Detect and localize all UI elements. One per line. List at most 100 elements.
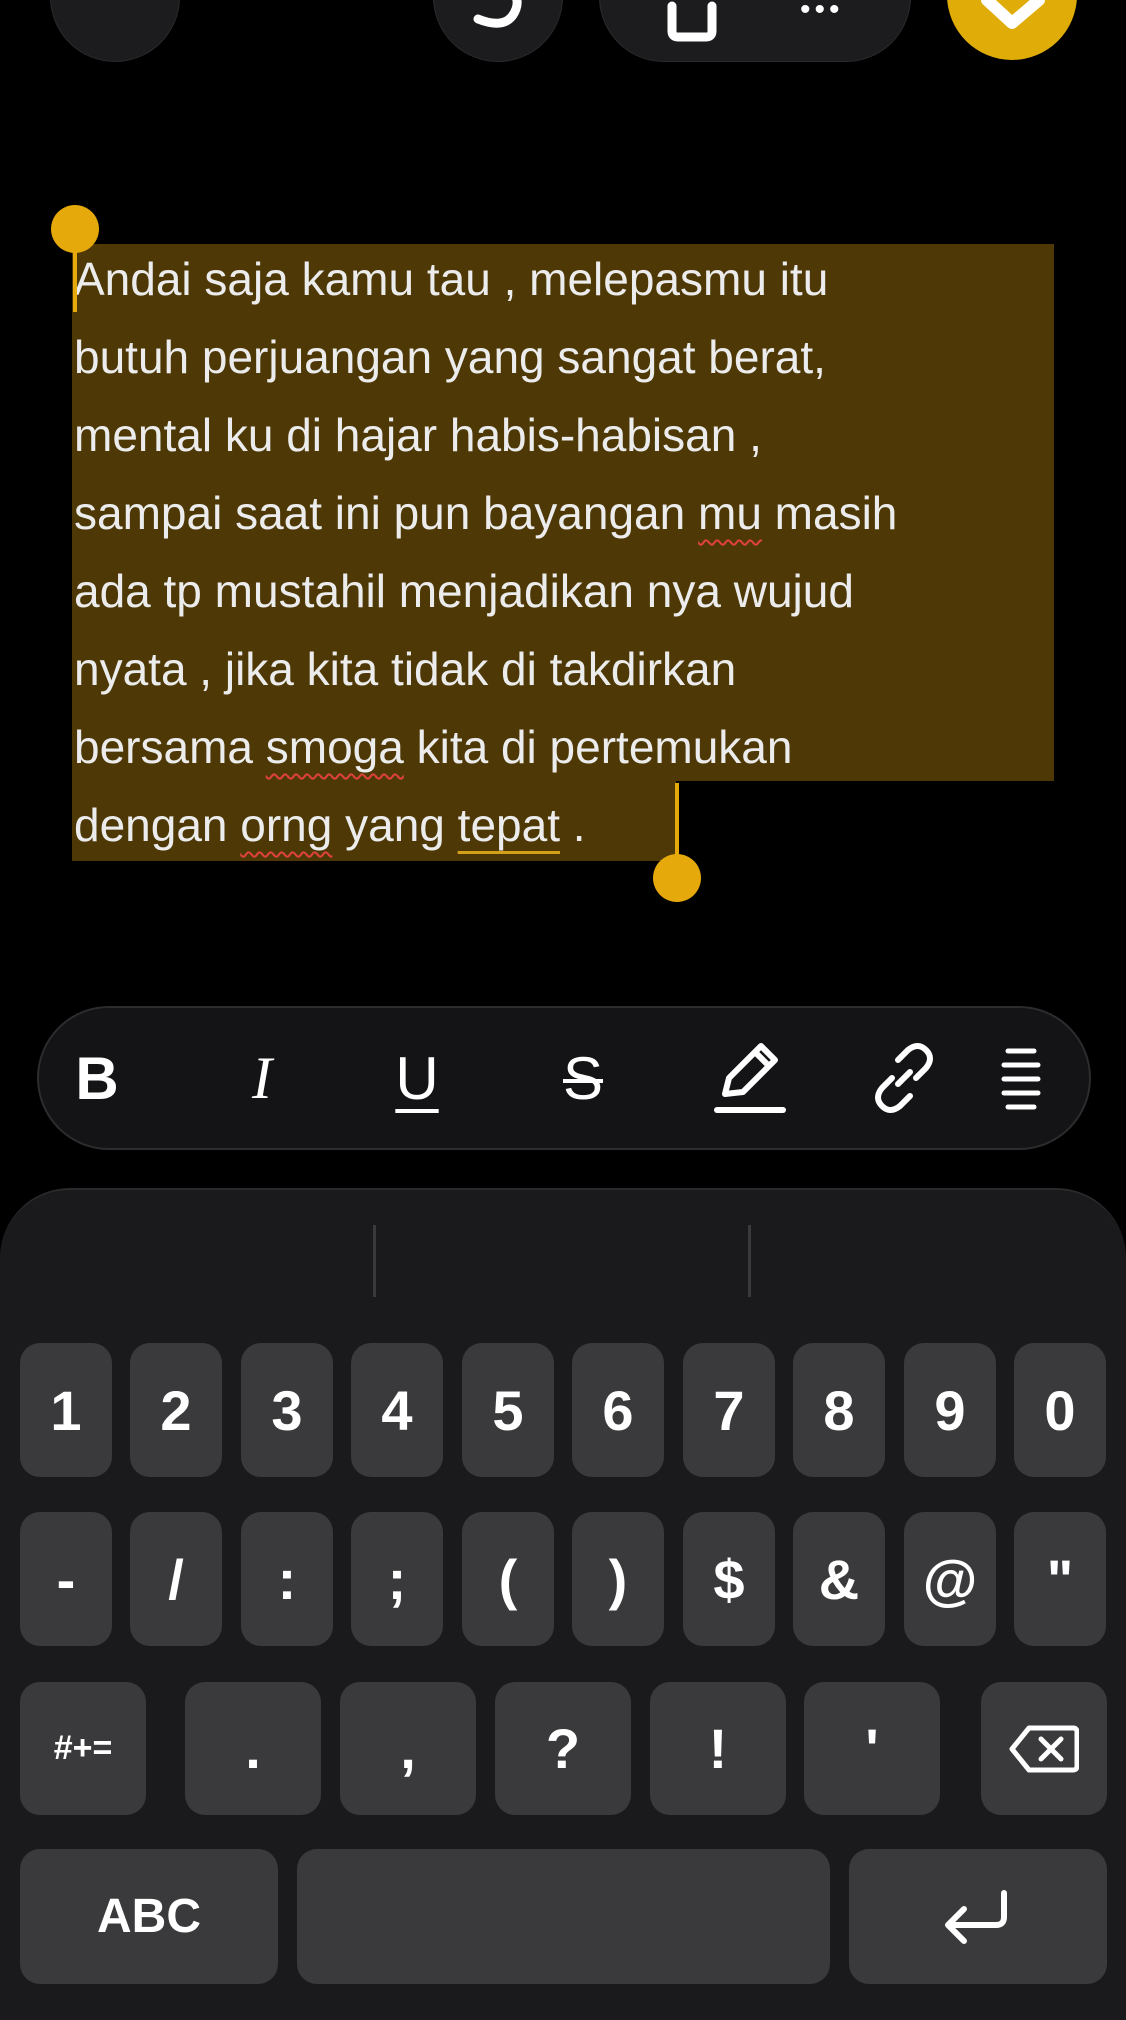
key-symbol[interactable]: : — [241, 1512, 333, 1646]
key-digit[interactable]: 9 — [904, 1343, 996, 1477]
key-punctuation[interactable]: , — [340, 1682, 476, 1815]
key-symbol[interactable]: - — [20, 1512, 112, 1646]
key-punctuation[interactable]: . — [185, 1682, 321, 1815]
key-digit[interactable]: 1 — [20, 1343, 112, 1477]
note-line: mental ku di hajar habis-habisan , — [74, 396, 1074, 474]
key-symbol-label: ; — [387, 1547, 407, 1611]
key-punctuation[interactable]: ' — [804, 1682, 940, 1815]
backspace-icon — [1009, 1725, 1079, 1772]
key-digit-label: 8 — [823, 1378, 855, 1442]
text-run: mental ku di hajar habis-habisan , — [74, 409, 762, 461]
text-run: Andai saja kamu tau , melepasmu itu — [74, 253, 829, 305]
italic-button[interactable]: I — [207, 1008, 317, 1148]
suggestion-divider — [373, 1225, 376, 1297]
key-digit-label: 3 — [271, 1378, 303, 1442]
key-symbol[interactable]: ( — [462, 1512, 554, 1646]
key-symbol[interactable]: ; — [351, 1512, 443, 1646]
bold-label: B — [75, 1044, 119, 1112]
key-punctuation-label: ! — [708, 1717, 728, 1780]
align-icon — [1001, 1048, 1041, 1110]
highlight-button[interactable] — [694, 1008, 804, 1148]
misspelled-word: smoga — [265, 721, 404, 773]
more-button[interactable]: ••• — [800, 0, 880, 33]
highlight-pen-icon — [714, 1043, 786, 1113]
key-punctuation-label: ' — [865, 1717, 879, 1780]
key-punctuation-label: ? — [545, 1717, 581, 1780]
selection-start-stem — [73, 246, 77, 312]
space-key[interactable] — [297, 1849, 830, 1984]
note-line: Andai saja kamu tau , melepasmu itu — [74, 240, 1074, 318]
key-symbol[interactable]: ) — [572, 1512, 664, 1646]
text-run: yang — [332, 799, 458, 851]
key-symbol[interactable]: & — [793, 1512, 885, 1646]
key-digit-label: 9 — [934, 1378, 966, 1442]
key-digit[interactable]: 0 — [1014, 1343, 1106, 1477]
abc-label: ABC — [97, 1890, 201, 1943]
backspace-key[interactable] — [981, 1682, 1107, 1815]
text-run: butuh perjuangan yang sangat berat, — [74, 331, 826, 383]
text-run: ada tp mustahil menjadikan nya wujud — [74, 565, 854, 617]
key-symbol[interactable]: $ — [683, 1512, 775, 1646]
undo-icon — [473, 0, 522, 28]
italic-label: I — [252, 1044, 272, 1111]
save-icon — [667, 1, 717, 42]
return-icon — [945, 1889, 1007, 1944]
link-button[interactable] — [849, 1008, 959, 1148]
align-button[interactable] — [981, 1008, 1061, 1148]
misspelled-word: orng — [240, 799, 333, 851]
more-symbols-key[interactable]: #+= — [20, 1682, 146, 1815]
key-digit[interactable]: 8 — [793, 1343, 885, 1477]
key-digit-label: 5 — [492, 1378, 524, 1442]
return-key[interactable] — [849, 1849, 1107, 1984]
selection-end-handle[interactable] — [653, 854, 701, 902]
key-digit[interactable]: 3 — [241, 1343, 333, 1477]
key-punctuation-label: , — [400, 1717, 416, 1780]
key-symbol-label: $ — [713, 1547, 745, 1611]
key-symbol-label: : — [277, 1547, 297, 1611]
abc-key[interactable]: ABC — [20, 1849, 278, 1984]
underline-label: U — [395, 1044, 439, 1112]
save-button[interactable] — [630, 1, 720, 61]
key-symbol-label: ) — [608, 1547, 628, 1611]
key-punctuation[interactable]: ! — [650, 1682, 786, 1815]
more-symbols-key-label: #+= — [53, 1729, 113, 1767]
key-digit-label: 2 — [160, 1378, 192, 1442]
key-symbol-label: " — [1046, 1547, 1074, 1611]
note-line: nyata , jika kita tidak di takdirkan — [74, 630, 1074, 708]
selection-start-handle[interactable] — [51, 205, 99, 253]
text-run: dengan — [74, 799, 241, 851]
strikethrough-label: S — [562, 1044, 604, 1112]
text-run: kita di pertemukan — [403, 721, 793, 773]
note-body-text[interactable]: Andai saja kamu tau , melepasmu itu butuh… — [74, 240, 1074, 864]
done-button[interactable] — [947, 0, 1077, 60]
text-run: . — [559, 799, 586, 851]
key-digit-label: 1 — [50, 1378, 82, 1442]
undo-button[interactable] — [433, 0, 563, 62]
note-line: butuh perjuangan yang sangat berat, — [74, 318, 1074, 396]
key-symbol-label: & — [818, 1547, 860, 1611]
key-digit[interactable]: 4 — [351, 1343, 443, 1477]
key-digit-label: 7 — [713, 1378, 745, 1442]
bold-button[interactable]: B — [42, 1008, 152, 1148]
format-toolbar: B I U S — [37, 1006, 1091, 1150]
chevron-left-icon — [51, 0, 179, 61]
key-digit[interactable]: 5 — [462, 1343, 554, 1477]
key-digit[interactable]: 7 — [683, 1343, 775, 1477]
key-symbol[interactable]: @ — [904, 1512, 996, 1646]
key-digit-label: 4 — [381, 1378, 413, 1442]
note-line: dengan orng yang tepat . — [74, 786, 1074, 864]
misspelled-word: mu — [698, 487, 762, 539]
strikethrough-button[interactable]: S — [528, 1008, 638, 1148]
selection-end-stem — [675, 783, 679, 861]
suggestion-divider — [748, 1225, 751, 1297]
back-button[interactable] — [50, 0, 180, 62]
key-symbol[interactable]: " — [1014, 1512, 1106, 1646]
underline-button[interactable]: U — [362, 1008, 472, 1148]
key-punctuation[interactable]: ? — [495, 1682, 631, 1815]
key-symbol[interactable]: / — [130, 1512, 222, 1646]
check-icon — [981, 0, 1045, 29]
note-line: sampai saat ini pun bayangan mu masih — [74, 474, 1074, 552]
text-run: bersama — [74, 721, 266, 773]
key-digit[interactable]: 6 — [572, 1343, 664, 1477]
key-digit[interactable]: 2 — [130, 1343, 222, 1477]
